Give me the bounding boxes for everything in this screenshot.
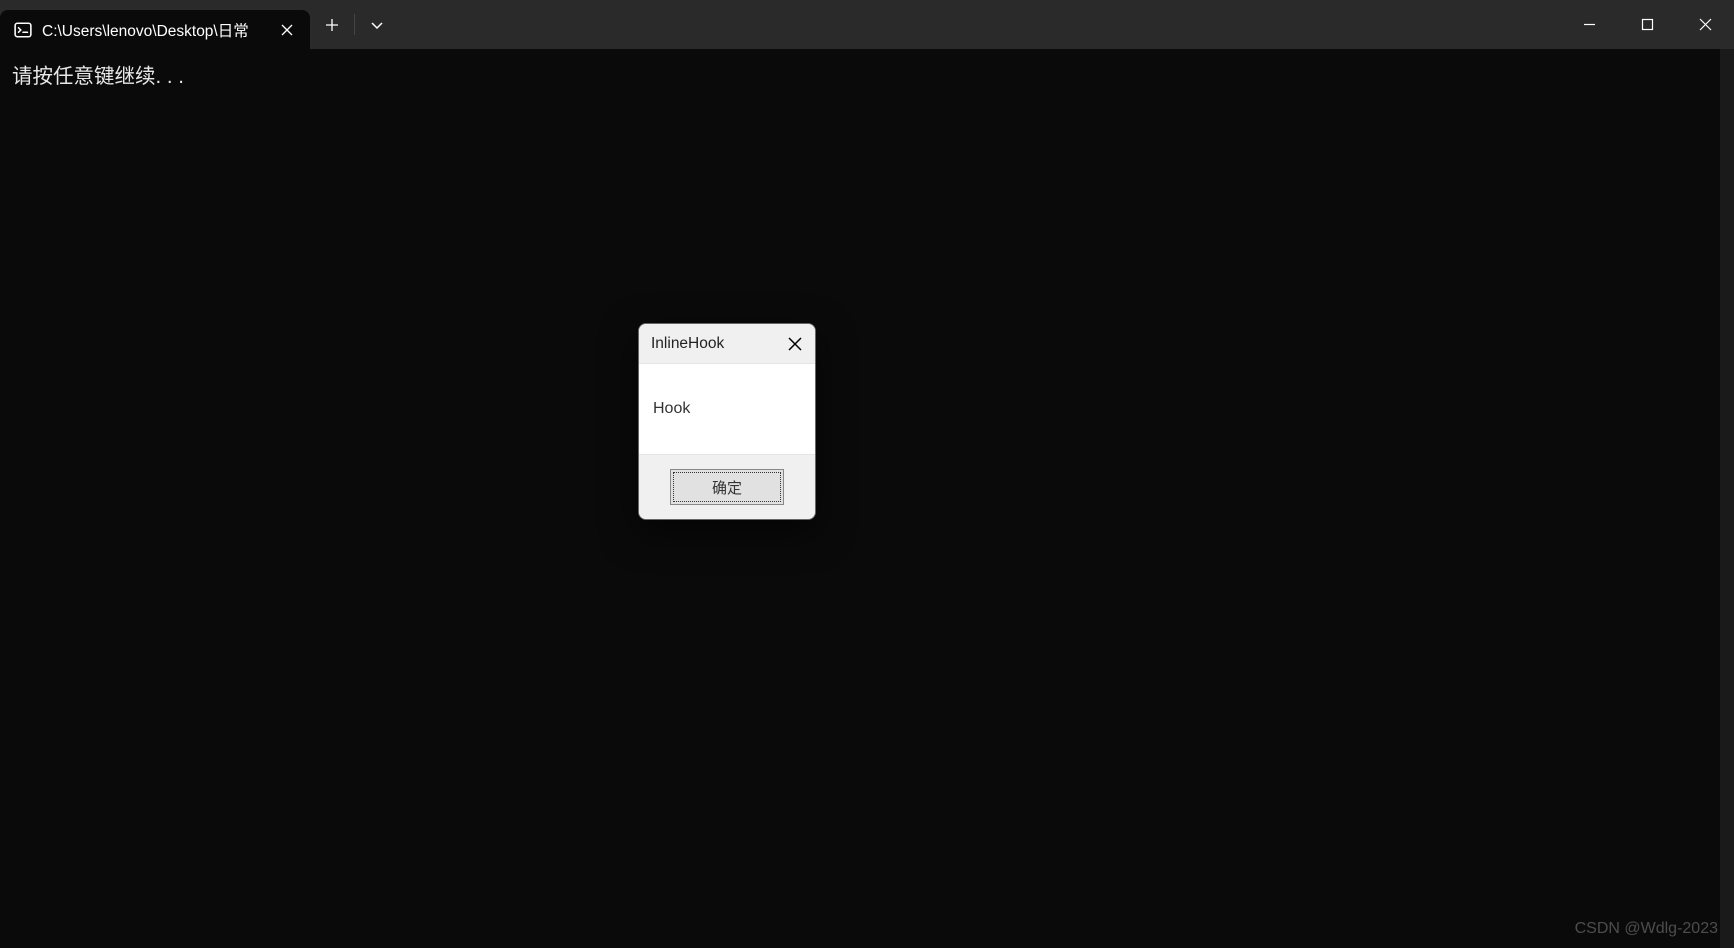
watermark: CSDN @Wdlg-2023 bbox=[1575, 920, 1718, 938]
dialog-body: Hook bbox=[639, 364, 815, 454]
dialog-footer: 确定 bbox=[639, 454, 815, 519]
titlebar: C:\Users\lenovo\Desktop\日常 bbox=[0, 0, 1734, 49]
terminal-icon bbox=[14, 21, 32, 39]
window-controls bbox=[1560, 0, 1734, 49]
dialog-titlebar[interactable]: InlineHook bbox=[639, 324, 815, 364]
close-button[interactable] bbox=[1676, 0, 1734, 49]
ok-button[interactable]: 确定 bbox=[670, 469, 784, 505]
dialog-message: Hook bbox=[653, 400, 690, 418]
new-tab-button[interactable] bbox=[310, 0, 354, 49]
scrollbar[interactable] bbox=[1720, 49, 1734, 948]
tab-close-button[interactable] bbox=[276, 19, 298, 41]
dialog-close-button[interactable] bbox=[783, 332, 807, 356]
tab-dropdown-button[interactable] bbox=[355, 0, 399, 49]
dialog-title: InlineHook bbox=[651, 335, 783, 353]
active-tab[interactable]: C:\Users\lenovo\Desktop\日常 bbox=[0, 10, 310, 49]
message-dialog: InlineHook Hook 确定 bbox=[638, 323, 816, 520]
console-line: 请按任意键继续. . . bbox=[12, 59, 1722, 89]
tab-title: C:\Users\lenovo\Desktop\日常 bbox=[42, 19, 266, 41]
minimize-button[interactable] bbox=[1560, 0, 1618, 49]
maximize-button[interactable] bbox=[1618, 0, 1676, 49]
console-output-area[interactable]: 请按任意键继续. . . bbox=[0, 49, 1734, 948]
